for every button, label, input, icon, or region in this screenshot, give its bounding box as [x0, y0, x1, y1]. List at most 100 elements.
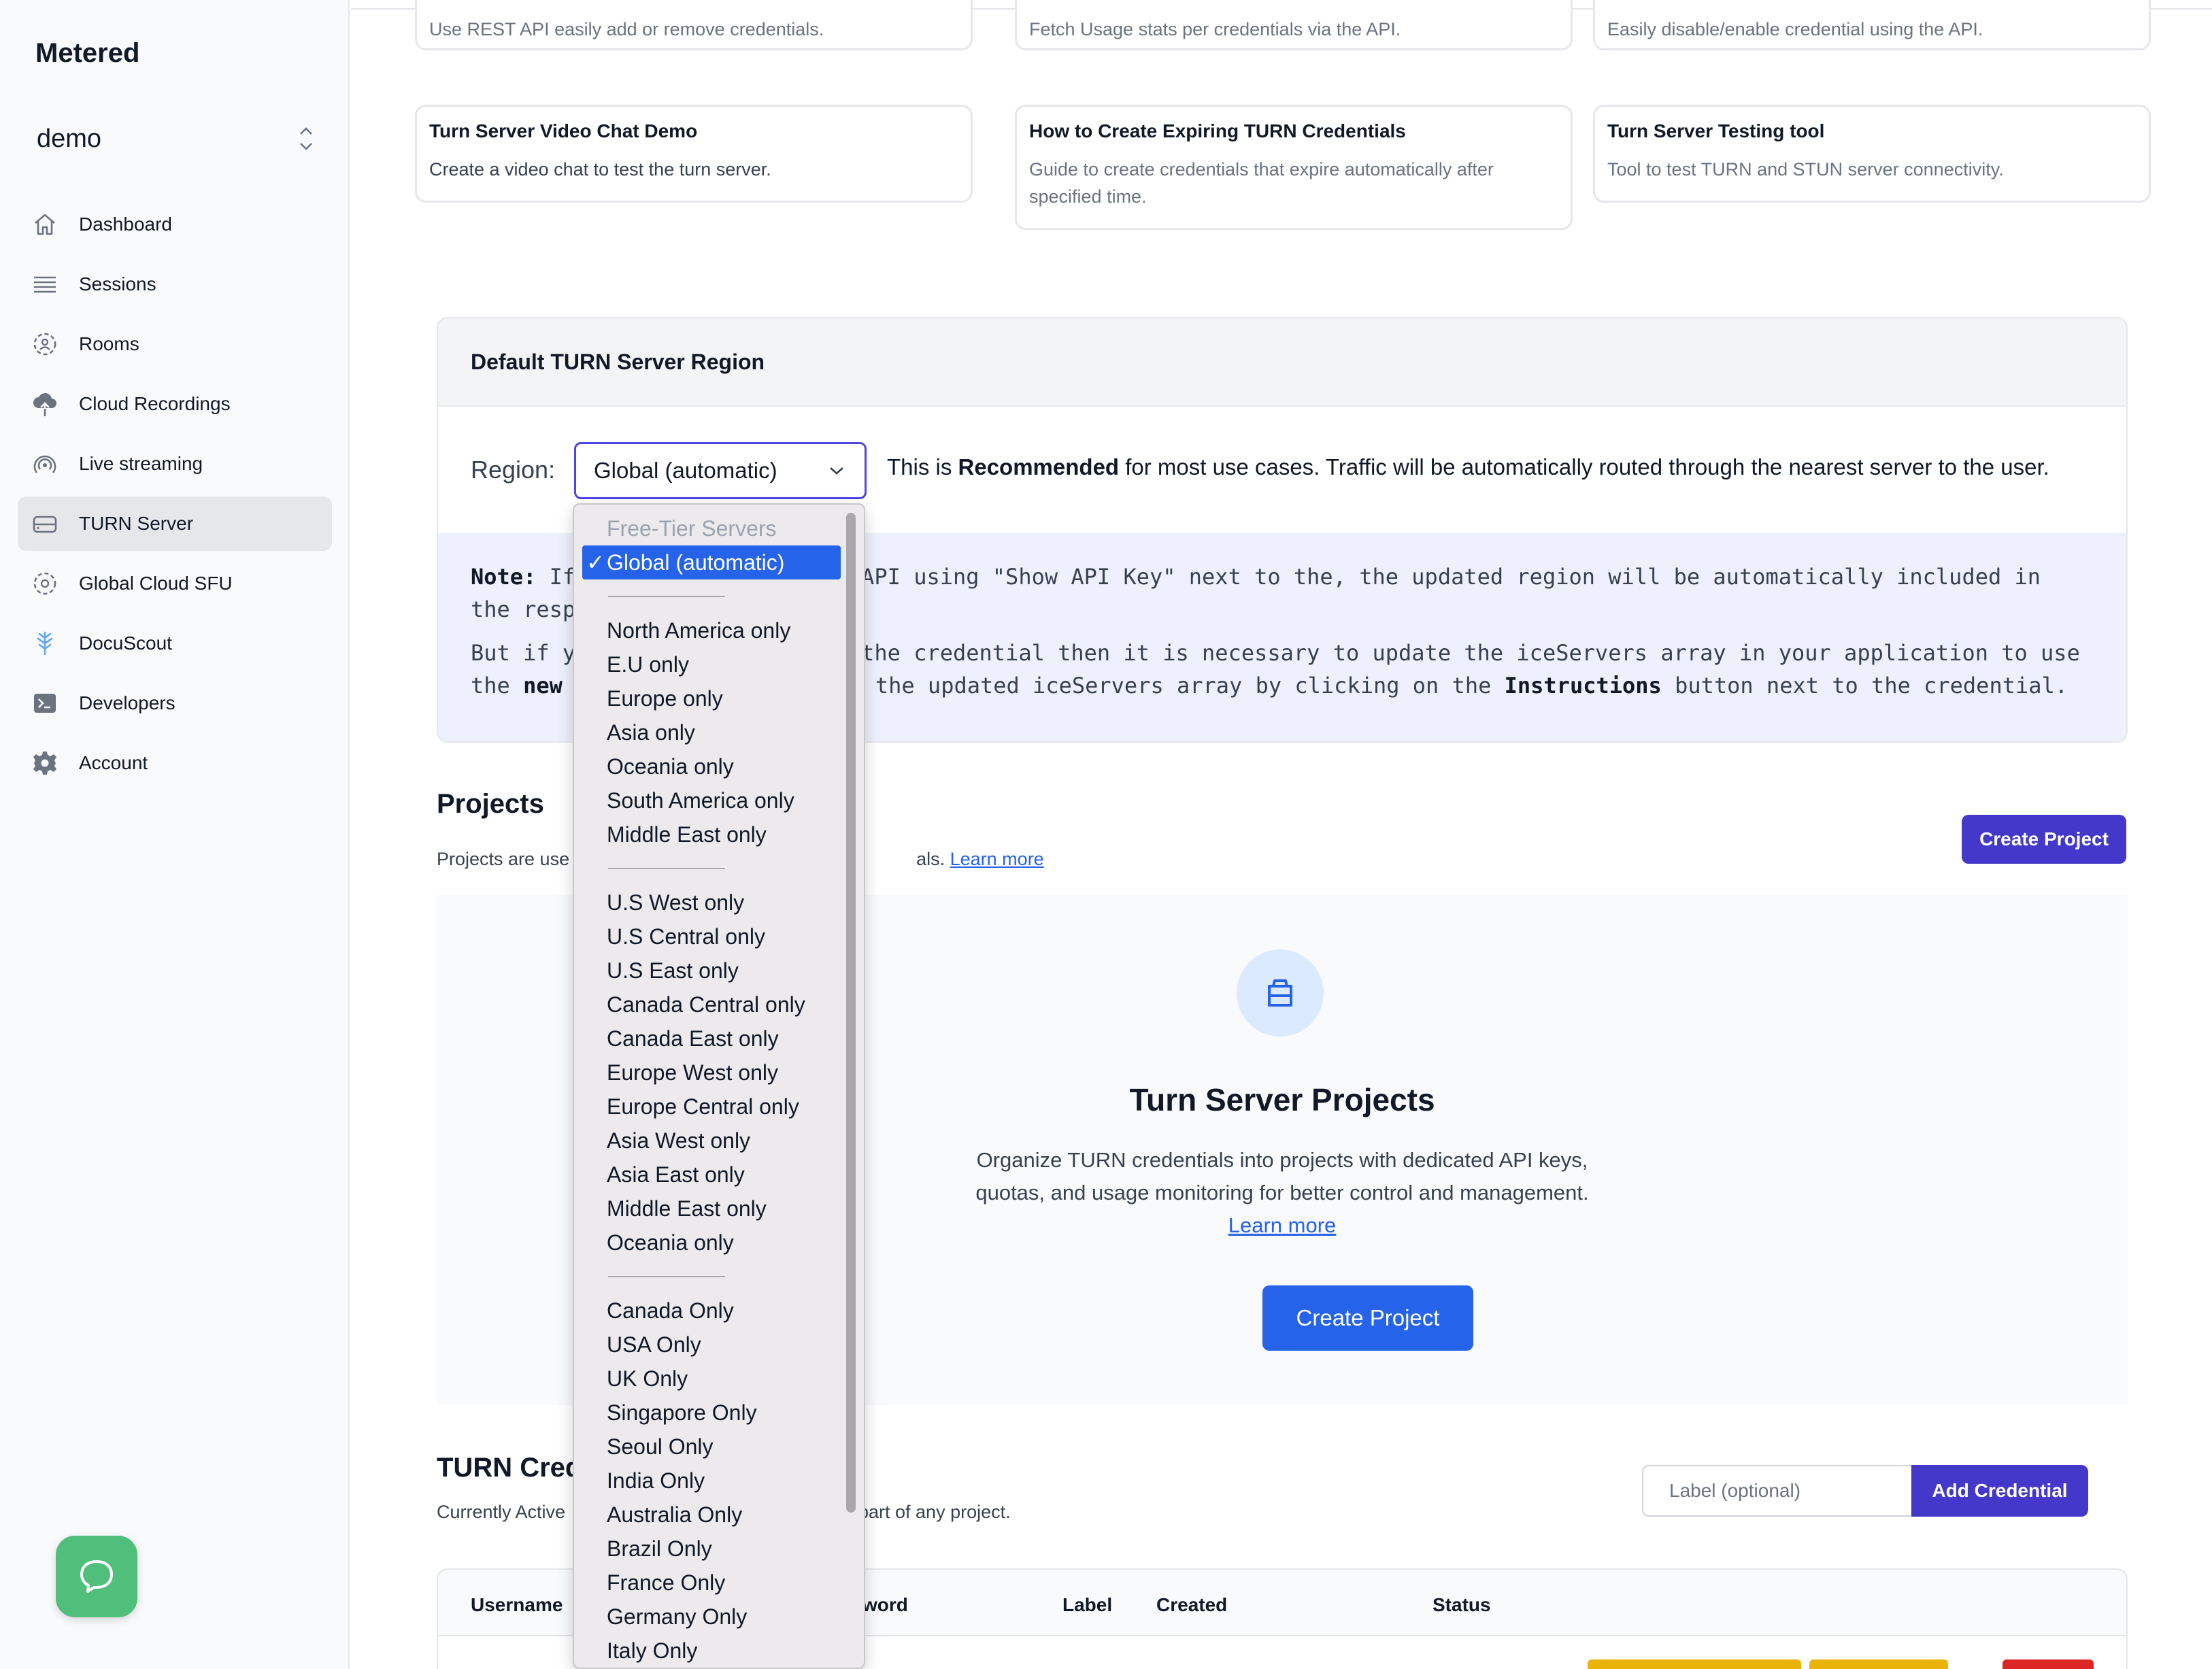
credential-label-input[interactable] — [1642, 1465, 1911, 1517]
sidebar-item-global-cloud-sfu[interactable]: Global Cloud SFU — [18, 556, 332, 611]
option-item[interactable]: U.S Central only — [582, 920, 841, 954]
chevron-down-icon — [830, 467, 843, 475]
option-item[interactable]: South America only — [582, 783, 841, 817]
video-chat-demo-card[interactable]: Turn Server Video Chat Demo Create a vid… — [415, 105, 973, 203]
sidebar-item-label: Cloud Recordings — [79, 393, 231, 414]
sidebar-item-turn-server[interactable]: TURN Server — [18, 496, 332, 551]
rooms-icon — [30, 329, 60, 359]
empty-state-description: Organize TURN credentials into projects … — [956, 1144, 1609, 1242]
option-item[interactable]: Italy Only — [582, 1634, 841, 1668]
option-item[interactable]: UK Only — [582, 1362, 841, 1396]
sidebar-item-rooms[interactable]: Rooms — [18, 317, 332, 371]
option-item[interactable]: Canada East only — [582, 1022, 841, 1056]
sidebar-item-live-streaming[interactable]: Live streaming — [18, 437, 332, 491]
hint-suffix: for most use cases. Traffic will be auto… — [1119, 454, 2049, 479]
option-item[interactable]: Asia only — [582, 715, 841, 749]
note-text: If — [549, 564, 576, 590]
row-action-button[interactable] — [1588, 1659, 1801, 1669]
api-credentials-card[interactable]: Use REST API easily add or remove creden… — [415, 0, 973, 50]
option-item[interactable]: Europe West only — [582, 1056, 841, 1090]
expiring-credentials-card[interactable]: How to Create Expiring TURN Credentials … — [1015, 105, 1573, 230]
project-switcher[interactable]: demo — [37, 120, 316, 158]
option-item[interactable]: Asia West only — [582, 1124, 841, 1158]
region-select[interactable]: Global (automatic) — [574, 442, 867, 499]
sidebar-item-sessions[interactable]: Sessions — [18, 257, 332, 311]
region-dropdown-list[interactable]: Free-Tier Servers ✓ Global (automatic) N… — [573, 503, 865, 1669]
server-icon — [30, 509, 60, 539]
brand-logo[interactable]: Metered — [35, 38, 139, 69]
sidebar-item-label: Sessions — [79, 273, 156, 294]
add-credential-button[interactable]: Add Credential — [1911, 1465, 2088, 1517]
sidebar-item-label: Dashboard — [79, 214, 172, 235]
option-item[interactable]: India Only — [582, 1464, 841, 1498]
disable-enable-card[interactable]: Easily disable/enable credential using t… — [1593, 0, 2151, 50]
sidebar-item-label: Global Cloud SFU — [79, 573, 233, 594]
column-header-label: Label — [1062, 1594, 1113, 1615]
empty-learn-more-link[interactable]: Learn more — [1228, 1213, 1337, 1237]
option-item[interactable]: Asia East only — [582, 1158, 841, 1192]
list-icon — [30, 269, 60, 299]
option-item[interactable]: Oceania only — [582, 749, 841, 783]
option-item[interactable]: Canada Central only — [582, 988, 841, 1022]
inbox-icon — [1237, 949, 1324, 1036]
option-item[interactable]: USA Only — [582, 1328, 841, 1362]
sidebar-item-label: Account — [79, 752, 148, 773]
option-item[interactable]: Seoul Only — [582, 1430, 841, 1464]
option-item[interactable]: Singapore Only — [582, 1396, 841, 1430]
option-item[interactable]: Europe Central only — [582, 1090, 841, 1124]
empty-create-project-button[interactable]: Create Project — [1262, 1285, 1473, 1351]
project-name: demo — [37, 124, 102, 153]
sidebar-item-account[interactable]: Account — [18, 736, 332, 790]
column-header-status: Status — [1432, 1594, 1491, 1615]
projects-learn-more-link[interactable]: Learn more — [950, 849, 1044, 869]
column-header-created: Created — [1156, 1594, 1228, 1615]
card-description: Tool to test TURN and STUN server connec… — [1607, 159, 2004, 180]
credentials-description: Currently Active — [437, 1502, 566, 1522]
option-item[interactable]: France Only — [582, 1566, 841, 1600]
card-title: Turn Server Testing tool — [1607, 120, 1825, 141]
option-label: Global (automatic) — [607, 550, 785, 575]
option-separator — [582, 1260, 841, 1294]
option-item[interactable]: U.S East only — [582, 954, 841, 988]
option-item[interactable]: E.U only — [582, 647, 841, 681]
option-item[interactable]: Europe only — [582, 681, 841, 715]
option-item[interactable]: Middle East only — [582, 1192, 841, 1226]
card-title: Turn Server Video Chat Demo — [429, 120, 698, 141]
row-delete-button[interactable] — [2002, 1659, 2094, 1669]
terminal-icon — [30, 688, 60, 718]
note-new: new — [523, 673, 563, 698]
note-text: the credential then it is necessary to u… — [861, 640, 2080, 666]
create-project-button[interactable]: Create Project — [1962, 815, 2126, 864]
chat-bubble-icon — [80, 1560, 113, 1593]
option-item[interactable]: U.S West only — [582, 886, 841, 920]
region-label: Region: — [471, 456, 556, 484]
region-select-value: Global (automatic) — [594, 458, 777, 483]
option-item[interactable]: Canada Only — [582, 1294, 841, 1328]
testing-tool-card[interactable]: Turn Server Testing tool Tool to test TU… — [1593, 105, 2151, 203]
dropdown-scrollbar[interactable] — [846, 513, 856, 1513]
option-selected[interactable]: ✓ Global (automatic) — [582, 545, 841, 579]
usage-stats-card[interactable]: Fetch Usage stats per credentials via th… — [1015, 0, 1573, 50]
option-item[interactable]: North America only — [582, 613, 841, 647]
check-icon: ✓ — [586, 550, 605, 575]
sidebar-item-developers[interactable]: Developers — [18, 676, 332, 730]
option-item[interactable]: Middle East only — [582, 817, 841, 852]
sidebar: Metered demo Dashboard Sessions Rooms Cl… — [0, 0, 350, 1669]
card-description: Fetch Usage stats per credentials via th… — [1029, 19, 1401, 39]
note-text: But if y — [471, 640, 576, 666]
hint-recommended: Recommended — [958, 454, 1120, 479]
chevron-up-down-icon — [297, 125, 316, 152]
support-chat-button[interactable] — [56, 1536, 137, 1617]
option-item[interactable]: Brazil Only — [582, 1532, 841, 1566]
column-header-username: Username — [471, 1594, 563, 1615]
sidebar-item-docuscout[interactable]: DocuScout — [18, 616, 332, 671]
option-item[interactable]: Australia Only — [582, 1498, 841, 1532]
note-instructions: Instructions — [1504, 673, 1662, 698]
sidebar-item-cloud-recordings[interactable]: Cloud Recordings — [18, 377, 332, 431]
sidebar-item-dashboard[interactable]: Dashboard — [18, 197, 332, 252]
option-item[interactable]: Germany Only — [582, 1600, 841, 1634]
option-item[interactable]: Oceania only — [582, 1226, 841, 1260]
card-description: Use REST API easily add or remove creden… — [429, 19, 824, 39]
row-action-button[interactable] — [1809, 1659, 1948, 1669]
sidebar-item-label: DocuScout — [79, 633, 172, 654]
